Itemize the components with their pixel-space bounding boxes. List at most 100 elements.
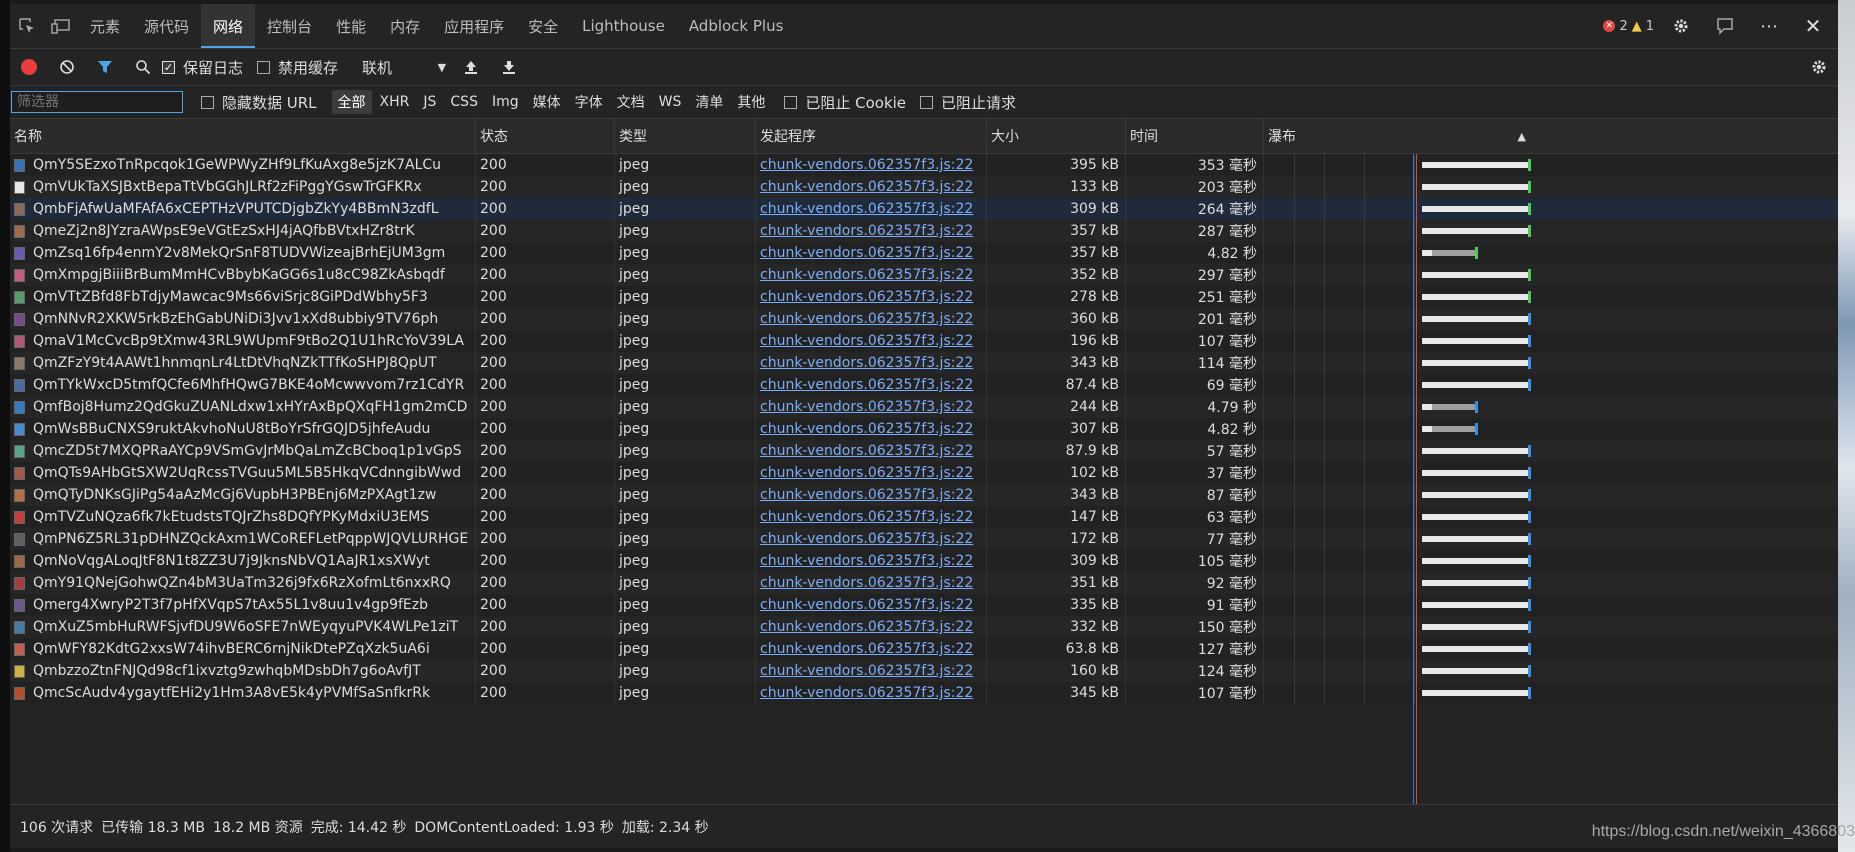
device-toolbar-icon[interactable]: [44, 9, 78, 43]
inspect-element-icon[interactable]: [10, 9, 44, 43]
request-name-cell[interactable]: QmZFzY9t4AAWt1hnmqnLr4LtDtVhqNZkTTfKoSHP…: [10, 352, 476, 374]
record-button[interactable]: [10, 49, 48, 85]
feedback-icon[interactable]: [1708, 9, 1742, 43]
request-name-cell[interactable]: QmcZD5t7MXQPRaAYCp9VSmGvJrMbQaLmZcBCboq1…: [10, 440, 476, 462]
filter-type-5[interactable]: 媒体: [527, 90, 567, 114]
filter-toggle-button[interactable]: [86, 49, 124, 85]
tab-7[interactable]: 安全: [516, 4, 570, 48]
initiator-link[interactable]: chunk-vendors.062357f3.js:22: [760, 201, 973, 217]
table-row[interactable]: QmNNvR2XKW5rkBzEhGabUNiDi3Jvv1xXd8ubbiy9…: [10, 308, 1838, 330]
request-name-cell[interactable]: QmZsq16fp4enmY2v8MekQrSnF8TUDVWizeajBrhE…: [10, 242, 476, 264]
close-icon[interactable]: ✕: [1796, 9, 1830, 43]
table-row[interactable]: QmeZj2n8JYzraAWpsE9eVGtEzSxHJ4jAQfbBVtxH…: [10, 220, 1838, 242]
tab-3[interactable]: 控制台: [255, 4, 324, 48]
initiator-link[interactable]: chunk-vendors.062357f3.js:22: [760, 333, 973, 349]
request-name-cell[interactable]: QmWFY82KdtG2xxsW74ihvBERC6rnjNikDtePZqXz…: [10, 638, 476, 660]
blocked-requests-checkbox[interactable]: 已阻止请求: [920, 92, 1016, 113]
initiator-link[interactable]: chunk-vendors.062357f3.js:22: [760, 487, 973, 503]
request-name-cell[interactable]: QmQTyDNKsGJiPg54aAzMcGj6VupbH3PBEnj6MzPX…: [10, 484, 476, 506]
initiator-link[interactable]: chunk-vendors.062357f3.js:22: [760, 619, 973, 635]
filter-type-9[interactable]: 清单: [689, 90, 729, 114]
table-row[interactable]: Qmerg4XwryP2T3f7pHfXVqpS7tAx55L1v8uu1v4g…: [10, 594, 1838, 616]
column-header-type[interactable]: 类型: [615, 119, 756, 153]
settings-gear-icon[interactable]: [1664, 9, 1698, 43]
table-row[interactable]: QmQTs9AHbGtSXW2UqRcssTVGuu5ML5B5HkqVCdnn…: [10, 462, 1838, 484]
request-name-cell[interactable]: QmTYkWxcD5tmfQCfe6MhfHQwG7BKE4oMcwwvom7r…: [10, 374, 476, 396]
import-har-button[interactable]: [452, 49, 490, 85]
initiator-link[interactable]: chunk-vendors.062357f3.js:22: [760, 553, 973, 569]
network-settings-button[interactable]: [1800, 49, 1838, 85]
filter-type-8[interactable]: WS: [653, 92, 688, 112]
table-row[interactable]: QmZFzY9t4AAWt1hnmqnLr4LtDtVhqNZkTTfKoSHP…: [10, 352, 1838, 374]
more-options-icon[interactable]: ⋯: [1752, 9, 1786, 43]
request-name-cell[interactable]: QmbFjAfwUaMFAfA6xCEPTHzVPUTCDjgbZkYy4BBm…: [10, 198, 476, 220]
request-name-cell[interactable]: QmPN6Z5RL31pDHNZQckAxm1WCoREFLetPqppWJQV…: [10, 528, 476, 550]
table-row[interactable]: QmXuZ5mbHuRWFSjvfDU9W6oSFE7nWEyqyuPVK4WL…: [10, 616, 1838, 638]
column-header-initiator[interactable]: 发起程序: [756, 119, 987, 153]
column-header-name[interactable]: 名称: [10, 119, 476, 153]
tab-4[interactable]: 性能: [324, 4, 378, 48]
table-row[interactable]: QmbzzoZtnFNJQd98cf1ixvztg9zwhqbMDsbDh7g6…: [10, 660, 1838, 682]
request-name-cell[interactable]: QmcScAudv4ygaytfEHi2y1Hm3A8vE5k4yPVMfSaS…: [10, 682, 476, 704]
request-name-cell[interactable]: QmXuZ5mbHuRWFSjvfDU9W6oSFE7nWEyqyuPVK4WL…: [10, 616, 476, 638]
blocked-cookies-checkbox[interactable]: 已阻止 Cookie: [784, 92, 906, 113]
filter-type-6[interactable]: 字体: [569, 90, 609, 114]
throttling-select[interactable]: 联机 ▼: [362, 57, 446, 78]
tab-0[interactable]: 元素: [78, 4, 132, 48]
issues-counter[interactable]: ✕ 2 ▲ 1: [1603, 19, 1654, 34]
request-name-cell[interactable]: QmXmpgjBiiiBrBumMmHCvBbybKaGG6s1u8cC98Zk…: [10, 264, 476, 286]
table-row[interactable]: QmaV1McCvcBp9tXmw43RL9WUpmF9tBo2Q1U1hRcY…: [10, 330, 1838, 352]
request-name-cell[interactable]: QmbzzoZtnFNJQd98cf1ixvztg9zwhqbMDsbDh7g6…: [10, 660, 476, 682]
tab-9[interactable]: Adblock Plus: [677, 4, 796, 48]
table-row[interactable]: QmPN6Z5RL31pDHNZQckAxm1WCoREFLetPqppWJQV…: [10, 528, 1838, 550]
filter-type-3[interactable]: CSS: [444, 92, 484, 112]
table-row[interactable]: QmQTyDNKsGJiPg54aAzMcGj6VupbH3PBEnj6MzPX…: [10, 484, 1838, 506]
request-name-cell[interactable]: QmVUkTaXSJBxtBepaTtVbGGhJLRf2zFiPggYGswT…: [10, 176, 476, 198]
request-name-cell[interactable]: QmeZj2n8JYzraAWpsE9eVGtEzSxHJ4jAQfbBVtxH…: [10, 220, 476, 242]
table-row[interactable]: QmXmpgjBiiiBrBumMmHCvBbybKaGG6s1u8cC98Zk…: [10, 264, 1838, 286]
table-row[interactable]: QmVUkTaXSJBxtBepaTtVbGGhJLRf2zFiPggYGswT…: [10, 176, 1838, 198]
initiator-link[interactable]: chunk-vendors.062357f3.js:22: [760, 443, 973, 459]
request-name-cell[interactable]: Qmerg4XwryP2T3f7pHfXVqpS7tAx55L1v8uu1v4g…: [10, 594, 476, 616]
table-row[interactable]: QmY91QNejGohwQZn4bM3UaTm326j9fx6RzXofmLt…: [10, 572, 1838, 594]
tab-2[interactable]: 网络: [201, 4, 256, 48]
initiator-link[interactable]: chunk-vendors.062357f3.js:22: [760, 509, 973, 525]
initiator-link[interactable]: chunk-vendors.062357f3.js:22: [760, 355, 973, 371]
request-name-cell[interactable]: QmNNvR2XKW5rkBzEhGabUNiDi3Jvv1xXd8ubbiy9…: [10, 308, 476, 330]
column-header-time[interactable]: 时间: [1126, 119, 1264, 153]
request-name-cell[interactable]: QmfBoj8Humz2QdGkuZUANLdxw1xHYrAxBpQXqFH1…: [10, 396, 476, 418]
export-har-button[interactable]: [490, 49, 528, 85]
filter-type-4[interactable]: Img: [486, 92, 525, 112]
table-row[interactable]: QmWFY82KdtG2xxsW74ihvBERC6rnjNikDtePZqXz…: [10, 638, 1838, 660]
preserve-log-checkbox[interactable]: ✓ 保留日志: [162, 57, 243, 78]
column-header-status[interactable]: 状态: [476, 119, 615, 153]
initiator-link[interactable]: chunk-vendors.062357f3.js:22: [760, 377, 973, 393]
request-name-cell[interactable]: QmNoVqgALoqJtF8N1t8ZZ3U7j9JknsNbVQ1AaJR1…: [10, 550, 476, 572]
table-row[interactable]: QmbFjAfwUaMFAfA6xCEPTHzVPUTCDjgbZkYy4BBm…: [10, 198, 1838, 220]
hide-data-urls-checkbox[interactable]: 隐藏数据 URL: [201, 92, 317, 113]
filter-type-10[interactable]: 其他: [731, 90, 771, 114]
table-row[interactable]: QmY5SEzxoTnRpcqok1GeWPWyZHf9LfKuAxg8e5jz…: [10, 154, 1838, 176]
table-row[interactable]: QmTYkWxcD5tmfQCfe6MhfHQwG7BKE4oMcwwvom7r…: [10, 374, 1838, 396]
request-name-cell[interactable]: QmVTtZBfd8FbTdjyMawcac9Ms66viSrjc8GiPDdW…: [10, 286, 476, 308]
initiator-link[interactable]: chunk-vendors.062357f3.js:22: [760, 641, 973, 657]
table-row[interactable]: QmcScAudv4ygaytfEHi2y1Hm3A8vE5k4yPVMfSaS…: [10, 682, 1838, 704]
initiator-link[interactable]: chunk-vendors.062357f3.js:22: [760, 289, 973, 305]
initiator-link[interactable]: chunk-vendors.062357f3.js:22: [760, 685, 973, 701]
initiator-link[interactable]: chunk-vendors.062357f3.js:22: [760, 399, 973, 415]
initiator-link[interactable]: chunk-vendors.062357f3.js:22: [760, 179, 973, 195]
initiator-link[interactable]: chunk-vendors.062357f3.js:22: [760, 465, 973, 481]
table-row[interactable]: QmfBoj8Humz2QdGkuZUANLdxw1xHYrAxBpQXqFH1…: [10, 396, 1838, 418]
tab-6[interactable]: 应用程序: [432, 4, 516, 48]
table-row[interactable]: QmWsBBuCNXS9ruktAkvhoNuU8tBoYrSfrGQJD5jh…: [10, 418, 1838, 440]
column-header-waterfall[interactable]: 瀑布 ▲: [1264, 119, 1534, 153]
tab-1[interactable]: 源代码: [132, 4, 201, 48]
tab-8[interactable]: Lighthouse: [570, 4, 677, 48]
filter-type-2[interactable]: JS: [417, 92, 442, 112]
disable-cache-checkbox[interactable]: 禁用缓存: [257, 57, 338, 78]
table-row[interactable]: QmNoVqgALoqJtF8N1t8ZZ3U7j9JknsNbVQ1AaJR1…: [10, 550, 1838, 572]
initiator-link[interactable]: chunk-vendors.062357f3.js:22: [760, 223, 973, 239]
clear-button[interactable]: [48, 49, 86, 85]
table-row[interactable]: QmcZD5t7MXQPRaAYCp9VSmGvJrMbQaLmZcBCboq1…: [10, 440, 1838, 462]
column-header-size[interactable]: 大小: [987, 119, 1126, 153]
